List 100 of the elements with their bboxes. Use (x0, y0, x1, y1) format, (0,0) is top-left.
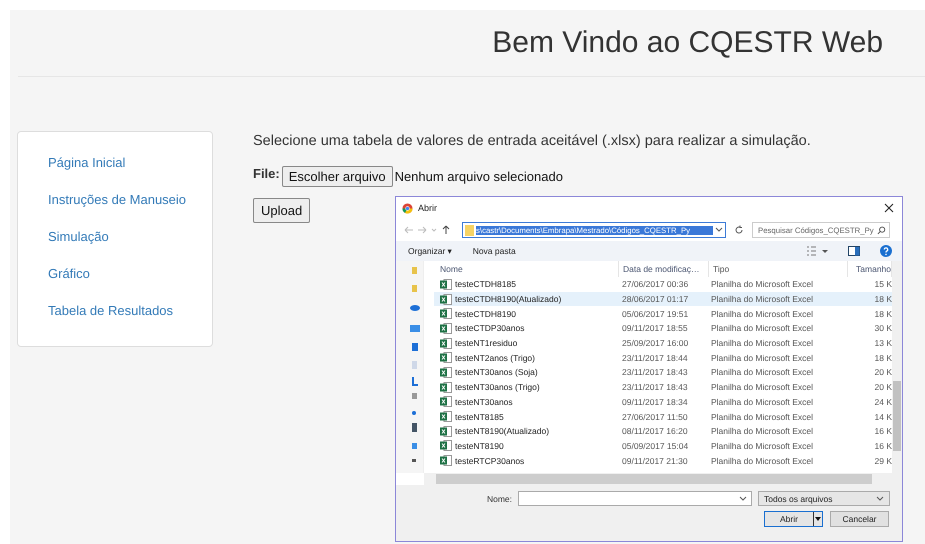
file-type-dropdown[interactable]: Todos os arquivos (758, 491, 890, 506)
file-name: testeCTDP30anos (455, 323, 524, 334)
file-size: 18 K (874, 294, 892, 304)
file-row[interactable]: testeCTDH8190 05/06/2017 19:51 Planilha do Microsoft Excel 18 K (434, 306, 892, 322)
preview-pane-icon[interactable] (848, 246, 860, 256)
browser-logo-icon (402, 202, 413, 214)
file-type: Planilha do Microsoft Excel (710, 382, 814, 392)
file-date: 27/06/2017 11:50 (621, 412, 689, 422)
file-type: Planilha do Microsoft Excel (710, 440, 814, 451)
nav-link[interactable]: Gráfico (48, 265, 212, 282)
dropdown-icon (876, 496, 884, 502)
file-row[interactable]: testeNT2anos (Trigo) 23/11/2017 18:44 Planilha do Microsoft Excel 18 K (434, 350, 892, 366)
instruction-text: Selecione uma tabela de valores de entrada aceitável (.xlsx) para realizar a simulação. (253, 133, 811, 149)
spreadsheet-file-icon (440, 440, 452, 452)
file-size: 14 K (874, 412, 892, 422)
name-label: Nome: (486, 494, 512, 504)
file-name: testeNT1residuo (455, 338, 518, 348)
spreadsheet-file-icon (440, 308, 452, 320)
file-type: Planilha do Microsoft Excel (710, 367, 814, 378)
file-size: 20 K (874, 382, 892, 392)
file-size: 16 K (874, 440, 892, 451)
open-button[interactable]: Abrir (764, 511, 823, 527)
column-header[interactable]: Data de modificaç… (619, 261, 709, 277)
filename-field[interactable] (518, 491, 752, 506)
nav-link[interactable]: Simulação (48, 228, 212, 245)
dialog-title: Abrir (418, 203, 438, 213)
file-type: Planilha do Microsoft Excel (710, 396, 814, 407)
spreadsheet-file-icon (440, 322, 452, 334)
spreadsheet-file-icon (440, 426, 452, 437)
file-date: 08/11/2017 16:20 (621, 426, 689, 436)
file-name: testeNT30anos (Soja) (455, 367, 538, 378)
file-name: testeCTDH8190(Atualizado) (455, 294, 562, 304)
file-type: Planilha do Microsoft Excel (710, 412, 814, 422)
spreadsheet-file-icon (440, 455, 452, 466)
file-name: testeNT8185 (455, 412, 504, 422)
dropdown-icon (739, 496, 747, 502)
file-date: 09/11/2017 18:34 (621, 396, 689, 407)
file-name: testeNT8190(Atualizado) (455, 426, 550, 436)
file-row[interactable]: testeCTDH8190(Atualizado) 28/06/2017 01:17 Planilha do Microsoft Excel 18 K (434, 292, 892, 306)
file-type: Planilha do Microsoft Excel (710, 294, 814, 304)
nav-link[interactable]: Tabela de Resultados (48, 302, 212, 319)
file-type: Planilha do Microsoft Excel (710, 323, 814, 334)
view-options-icon[interactable] (806, 246, 828, 256)
spreadsheet-file-icon (440, 338, 452, 349)
file-date: 05/06/2017 19:51 (621, 308, 690, 319)
refresh-icon[interactable] (734, 225, 744, 235)
file-name: testeCTDH8190 (455, 308, 516, 319)
file-size: 29 K (874, 456, 892, 466)
file-row[interactable]: testeNT8190 05/09/2017 15:04 Planilha do Microsoft Excel 16 K (434, 438, 892, 454)
spreadsheet-file-icon (440, 352, 452, 364)
search-icon (877, 226, 886, 234)
file-row[interactable]: testeNT8190(Atualizado) 08/11/2017 16:20 Planilha do Microsoft Excel 16 K (434, 424, 892, 439)
file-type: Planilha do Microsoft Excel (710, 426, 814, 436)
file-size: 13 K (874, 338, 892, 348)
help-icon[interactable] (880, 245, 892, 257)
file-row[interactable]: testeNT1residuo 25/09/2017 16:00 Planilha do Microsoft Excel 13 K (434, 336, 892, 350)
file-row[interactable]: testeCTDH8185 27/06/2017 00:36 Planilha do Microsoft Excel 15 K (434, 277, 892, 292)
file-date: 23/11/2017 18:43 (621, 382, 689, 392)
file-type: Planilha do Microsoft Excel (710, 279, 814, 290)
file-name: testeNT2anos (Trigo) (455, 352, 535, 363)
file-type: Planilha do Microsoft Excel (710, 456, 814, 466)
file-row[interactable]: testeNT8185 27/06/2017 11:50 Planilha do Microsoft Excel 14 K (434, 409, 892, 424)
file-label: File: (253, 166, 280, 181)
file-name: testeRTCP30anos (455, 456, 524, 466)
file-size: 18 K (874, 352, 892, 363)
vertical-scrollbar[interactable] (892, 261, 902, 473)
file-date: 23/11/2017 18:43 (621, 367, 689, 378)
file-date: 23/11/2017 18:44 (621, 352, 689, 363)
file-row[interactable]: testeNT30anos (Trigo) 23/11/2017 18:43 Planilha do Microsoft Excel 20 K (434, 380, 892, 394)
file-size: 16 K (874, 426, 892, 436)
choose-file-button[interactable]: Escolher arquivo (282, 166, 393, 187)
file-row[interactable]: testeNT30anos (Soja) 23/11/2017 18:43 Planilha do Microsoft Excel 20 K (434, 365, 892, 380)
column-header[interactable]: Tipo (709, 261, 848, 277)
toolbar-button[interactable]: Nova pasta (472, 246, 516, 256)
nav-link[interactable]: Página Inicial (48, 154, 212, 171)
spreadsheet-file-icon (440, 396, 452, 408)
cancel-button[interactable]: Cancelar (830, 511, 889, 527)
spreadsheet-file-icon (440, 294, 452, 305)
spreadsheet-file-icon (440, 366, 452, 378)
file-row[interactable]: testeCTDP30anos 09/11/2017 18:55 Planilha do Microsoft Excel 30 K (434, 321, 892, 336)
file-type: Planilha do Microsoft Excel (710, 338, 814, 348)
spreadsheet-file-icon (440, 411, 452, 422)
toolbar-button[interactable]: Organizar ▾ (408, 246, 453, 256)
file-name: testeNT30anos (Trigo) (455, 382, 540, 392)
file-date: 09/11/2017 18:55 (621, 323, 689, 334)
close-icon[interactable] (884, 203, 894, 213)
file-type: Planilha do Microsoft Excel (710, 308, 814, 319)
horizontal-scrollbar[interactable] (424, 473, 902, 485)
file-row[interactable]: testeNT30anos 09/11/2017 18:34 Planilha do Microsoft Excel 24 K (434, 394, 892, 410)
upload-button[interactable]: Upload (253, 198, 310, 223)
nav-link[interactable]: Instruções de Manuseio (48, 191, 212, 208)
file-size: 30 K (874, 323, 892, 334)
dropdown-icon[interactable] (715, 227, 723, 233)
file-type: Planilha do Microsoft Excel (710, 352, 814, 363)
file-row[interactable]: testeRTCP30anos 09/11/2017 21:30 Planilha do Microsoft Excel 29 K (434, 453, 892, 468)
file-date: 09/11/2017 21:30 (621, 456, 689, 466)
dropdown-icon[interactable] (813, 512, 822, 526)
folder-icon (465, 224, 474, 236)
file-name: testeCTDH8185 (455, 279, 516, 290)
column-header[interactable]: Nome (434, 261, 619, 277)
